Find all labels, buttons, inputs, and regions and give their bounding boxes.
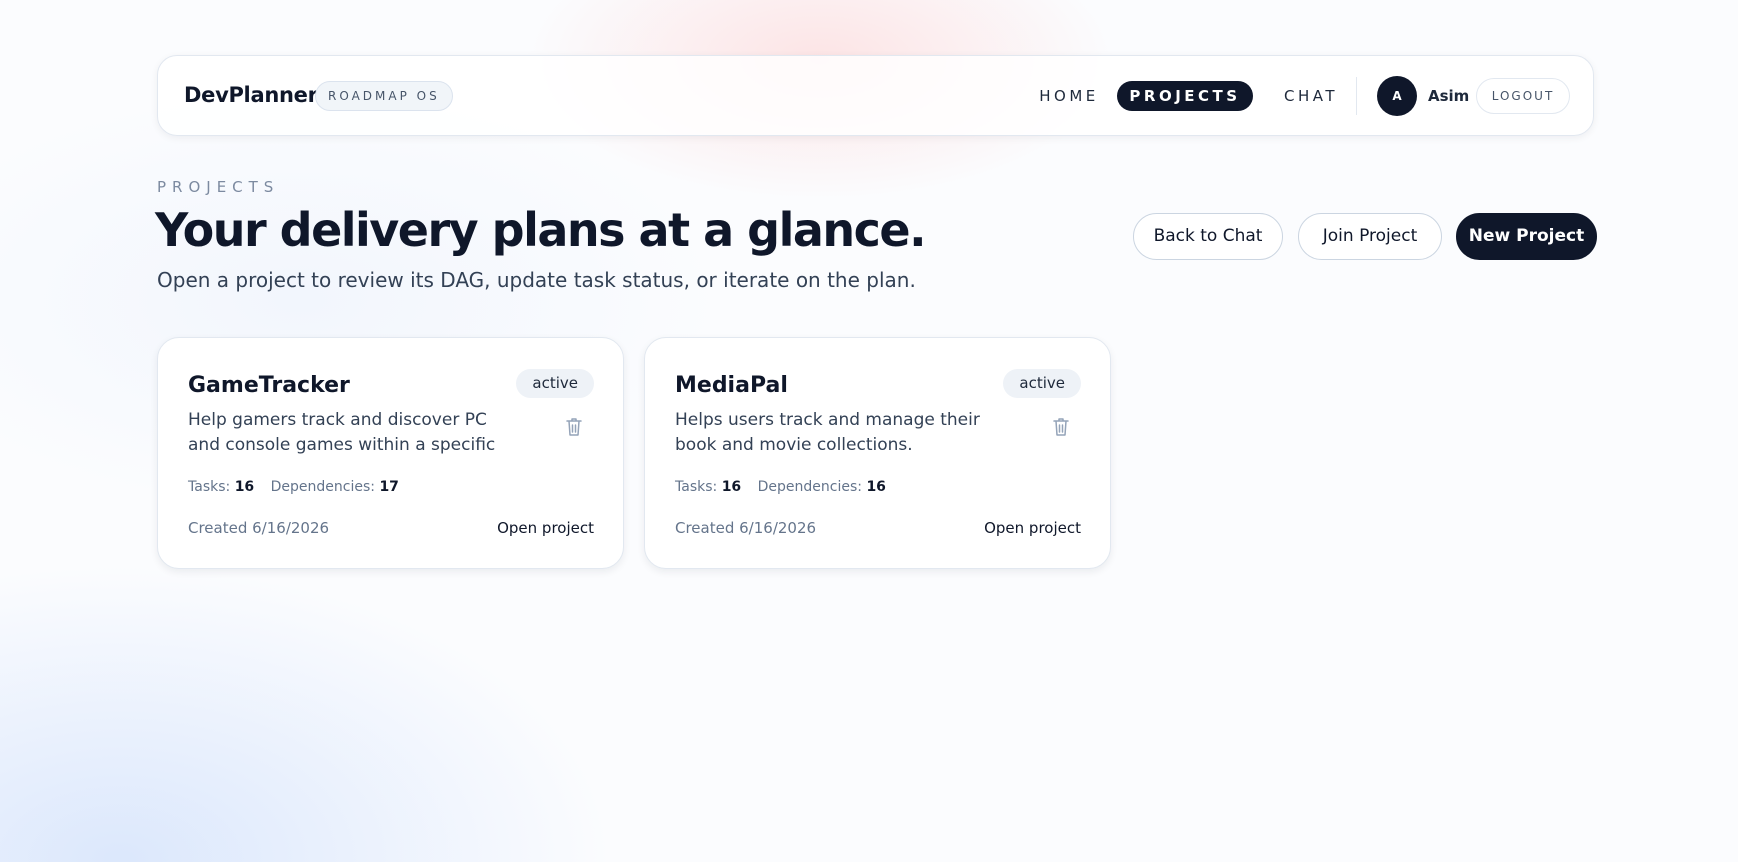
brand-tag: ROADMAP OS <box>315 81 453 111</box>
nav-projects[interactable]: PROJECTS <box>1117 81 1253 111</box>
avatar[interactable]: A <box>1377 76 1417 116</box>
open-project-link[interactable]: Open project <box>497 519 594 537</box>
trash-icon[interactable] <box>1051 416 1071 438</box>
tasks-label: Tasks: <box>675 479 718 495</box>
trash-icon[interactable] <box>564 416 584 438</box>
back-to-chat-button[interactable]: Back to Chat <box>1133 213 1283 260</box>
page-subtitle: Open a project to review its DAG, update… <box>157 268 916 292</box>
logout-button[interactable]: LOGOUT <box>1476 78 1570 114</box>
nav-divider <box>1356 77 1357 115</box>
tasks-count: 16 <box>721 479 742 495</box>
tasks-label: Tasks: <box>188 479 231 495</box>
dependencies-count: 16 <box>866 479 886 495</box>
status-badge: active <box>516 369 594 398</box>
project-card-gametracker[interactable]: GameTracker active Help gamers track and… <box>157 337 624 569</box>
new-project-button[interactable]: New Project <box>1456 213 1597 260</box>
created-date: Created 6/16/2026 <box>675 519 817 537</box>
username: Asim <box>1428 87 1470 105</box>
project-name: GameTracker <box>188 373 350 398</box>
open-project-link[interactable]: Open project <box>984 519 1081 537</box>
project-name: MediaPal <box>675 373 788 398</box>
project-description: Helps users track and manage their book … <box>675 410 980 455</box>
project-card-mediapal[interactable]: MediaPal active Helps users track and ma… <box>644 337 1111 569</box>
project-description: Help gamers track and discover PC and co… <box>188 410 496 455</box>
status-badge: active <box>1003 369 1081 398</box>
page-title: Your delivery plans at a glance. <box>155 203 927 257</box>
project-stats: Tasks: 16 Dependencies: 17 <box>188 479 399 495</box>
created-date: Created 6/16/2026 <box>188 519 330 537</box>
project-stats: Tasks: 16 Dependencies: 16 <box>675 479 886 495</box>
tasks-count: 16 <box>234 479 255 495</box>
join-project-button[interactable]: Join Project <box>1298 213 1442 260</box>
top-navbar: DevPlanner ROADMAP OS HOME PROJECTS CHAT… <box>157 55 1594 136</box>
dependencies-label: Dependencies: <box>757 479 862 495</box>
dependencies-label: Dependencies: <box>270 479 375 495</box>
brand-logo[interactable]: DevPlanner <box>184 83 318 107</box>
section-eyebrow: PROJECTS <box>157 178 280 196</box>
dependencies-count: 17 <box>379 479 399 495</box>
nav-home[interactable]: HOME <box>1019 81 1119 111</box>
nav-chat[interactable]: CHAT <box>1264 81 1358 111</box>
